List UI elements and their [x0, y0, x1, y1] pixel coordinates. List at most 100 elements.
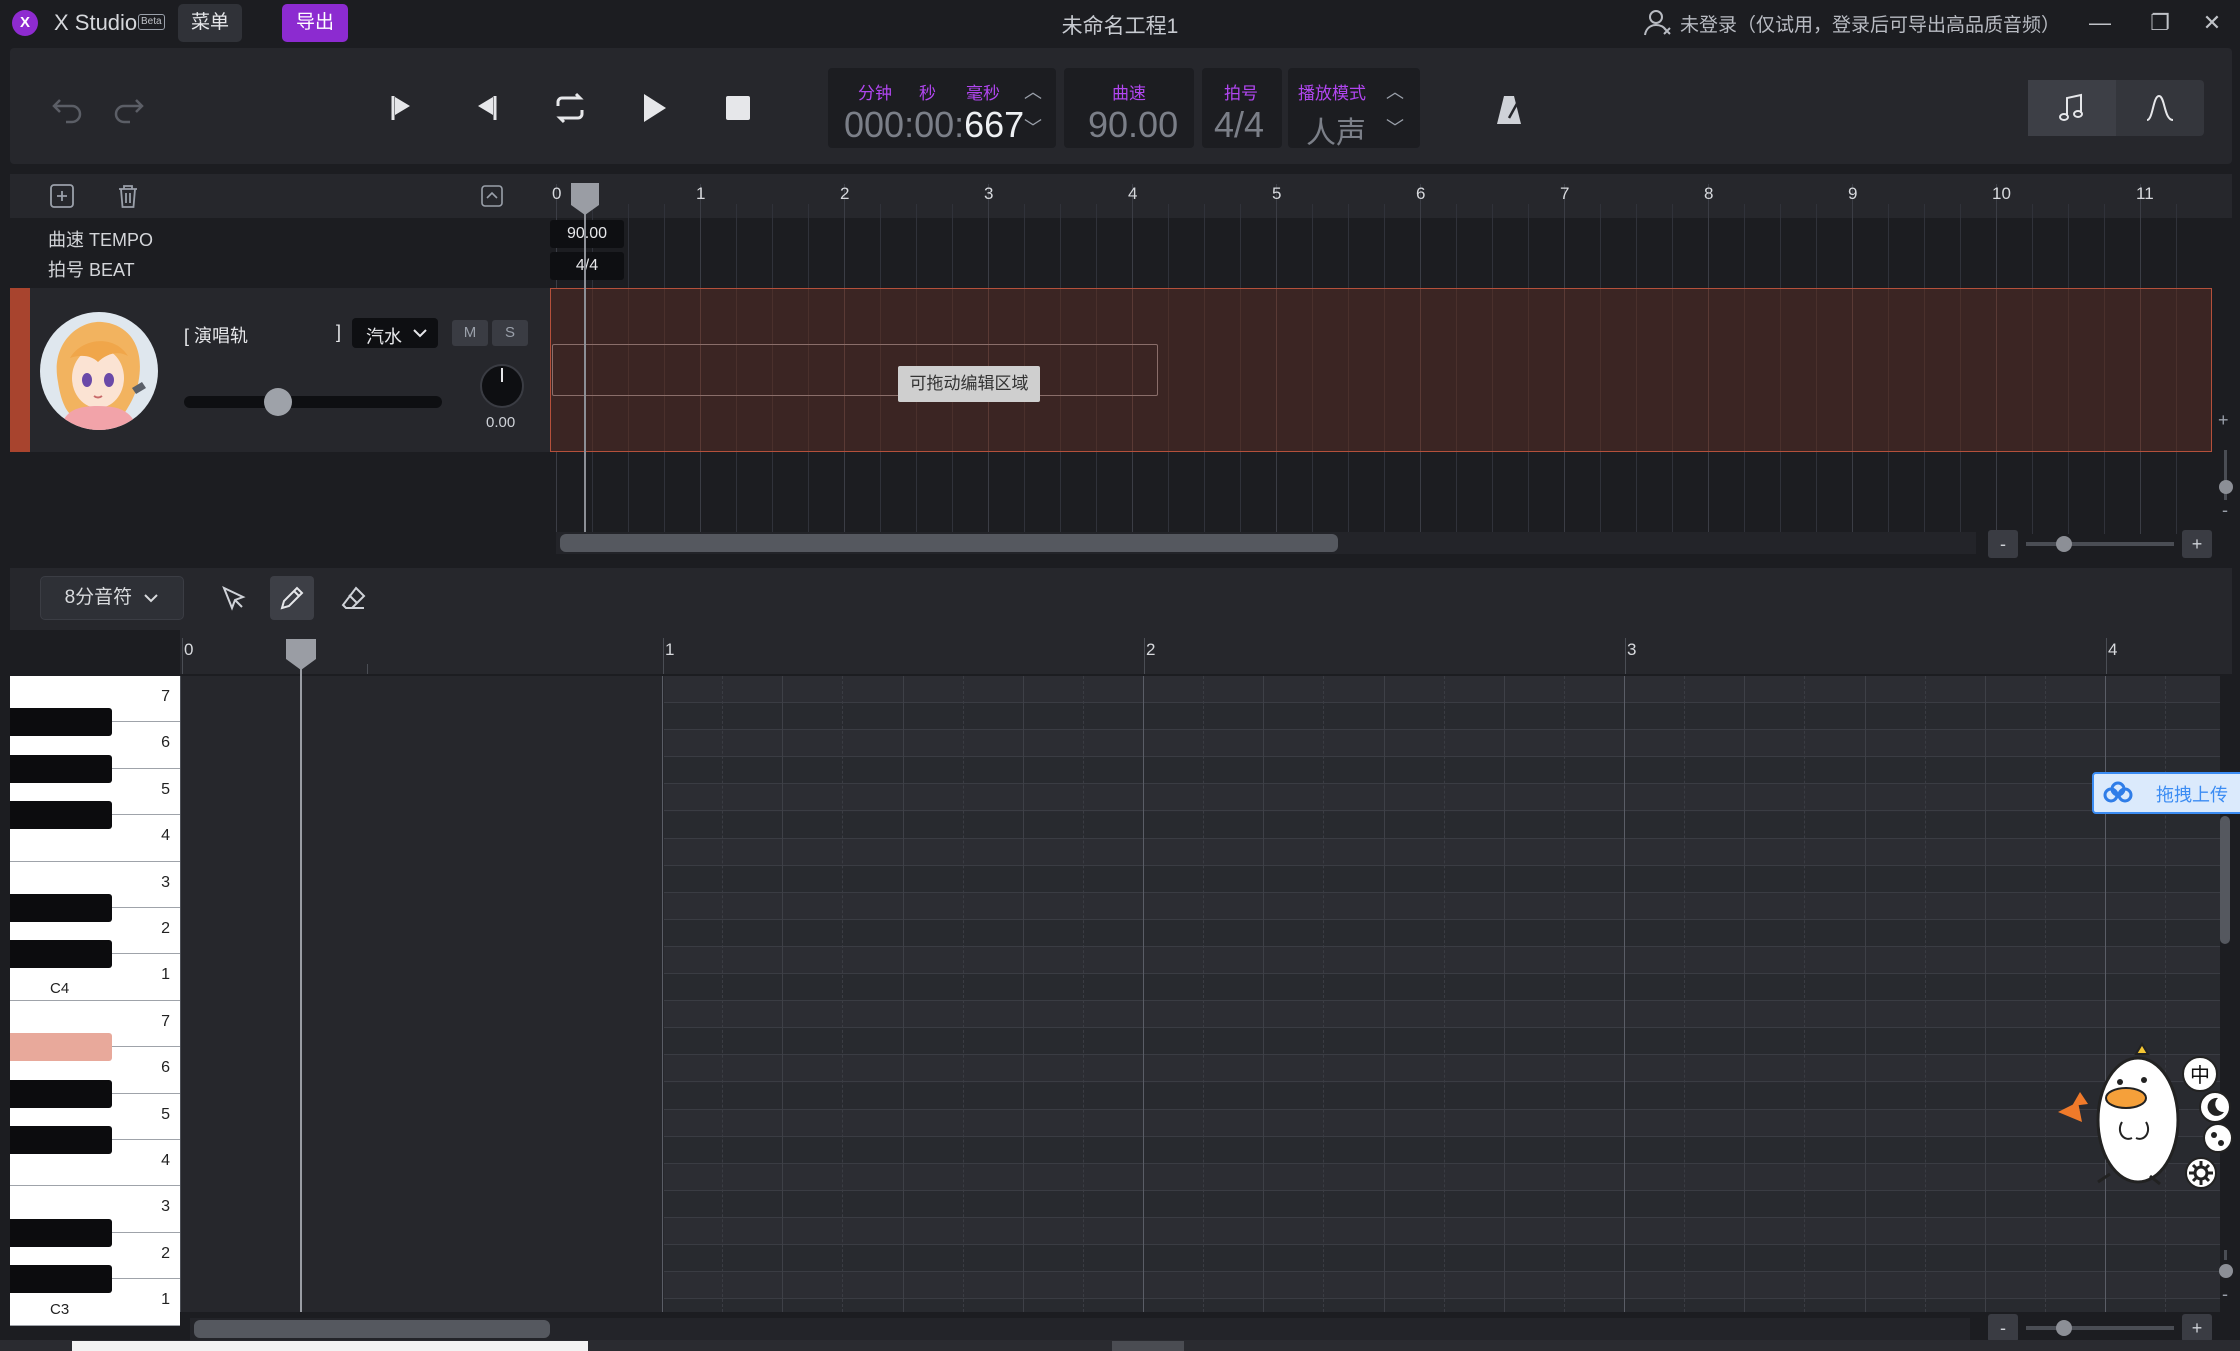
black-key[interactable] — [10, 1265, 112, 1294]
drag-edit-window[interactable] — [552, 344, 1158, 396]
go-to-start-icon[interactable] — [378, 84, 426, 132]
curve-view-button[interactable] — [2116, 80, 2204, 136]
export-button[interactable]: 导出 — [282, 4, 348, 42]
bottom-strip-window[interactable] — [72, 1341, 588, 1351]
piano-vzoom-handle[interactable] — [2219, 1264, 2233, 1278]
black-key[interactable] — [10, 1218, 112, 1247]
piano-roll-ruler[interactable]: 0 1 2 3 4 — [180, 630, 2232, 674]
black-key[interactable] — [10, 940, 112, 969]
wave-curve-icon — [2146, 94, 2174, 121]
track-vzoom-handle[interactable] — [2219, 480, 2233, 494]
playhead-handle[interactable] — [568, 180, 602, 216]
piano-vzoom-minus[interactable]: - — [2222, 1284, 2228, 1305]
go-to-end-icon[interactable] — [462, 84, 510, 132]
piano-vzoom-slider[interactable] — [2224, 1250, 2227, 1260]
redo-icon[interactable] — [110, 90, 146, 126]
track-vzoom-plus[interactable]: + — [2218, 410, 2229, 431]
menu-button[interactable]: 菜单 — [178, 4, 242, 42]
quantize-select[interactable]: 8分音符 — [40, 576, 184, 620]
close-button[interactable]: ✕ — [2184, 4, 2240, 42]
piano-zoom-in-button[interactable]: + — [2182, 1314, 2212, 1342]
grid-beat-line — [1143, 676, 1144, 1312]
piano-ruler-line — [663, 638, 664, 674]
ime-language-toggle[interactable]: 中 — [2182, 1056, 2218, 1092]
tempo-marker[interactable]: 90.00 — [550, 220, 624, 248]
pencil-tool-button[interactable] — [270, 576, 314, 620]
add-track-icon[interactable] — [48, 182, 76, 210]
track-name-open[interactable]: [ 演唱轨 — [184, 322, 248, 348]
piano-hscroll-thumb[interactable] — [194, 1320, 550, 1338]
duck-mascot-icon[interactable] — [2050, 1042, 2190, 1192]
track-vzoom-minus[interactable]: - — [2222, 500, 2228, 521]
minimize-button[interactable]: — — [2072, 4, 2128, 42]
note-view-button[interactable] — [2028, 80, 2116, 136]
track-zoom-handle[interactable] — [2056, 536, 2072, 552]
delete-track-icon[interactable] — [114, 182, 142, 210]
grid-start-line — [180, 676, 181, 1312]
key-label: 2 — [161, 1244, 170, 1262]
select-tool-button[interactable] — [212, 576, 256, 620]
moon-icon[interactable] — [2198, 1090, 2232, 1124]
view-mode-toggle — [2028, 80, 2204, 136]
stop-icon[interactable] — [714, 84, 762, 132]
black-key[interactable] — [10, 1126, 112, 1154]
eraser-tool-button[interactable] — [332, 576, 376, 620]
pan-knob[interactable] — [478, 362, 526, 410]
play-icon[interactable] — [630, 84, 678, 132]
grid-row — [664, 1001, 2220, 1029]
play-mode-up-icon[interactable]: ︿ — [1386, 78, 1404, 104]
region-grid-line — [1924, 289, 1925, 451]
region-grid-line — [1816, 289, 1817, 451]
tempo-label: 曲速 — [1112, 84, 1146, 103]
grid-row — [664, 676, 2220, 704]
black-key[interactable] — [10, 1079, 112, 1108]
drag-edit-tooltip: 可拖动编辑区域 — [898, 366, 1040, 402]
grid-beat-line — [1684, 676, 1686, 1312]
time-value: 000:00:667 — [844, 104, 1025, 145]
piano-zoom-slider[interactable] — [2026, 1326, 2174, 1330]
piano-zoom-handle[interactable] — [2056, 1320, 2072, 1336]
beat-marker[interactable]: 4/4 — [550, 252, 624, 280]
mute-button[interactable]: M — [452, 320, 488, 346]
track-zoom-out-button[interactable]: - — [1988, 530, 2018, 558]
piano-keyboard[interactable]: 7 6 5 4 3 2 1 7 6 5 4 3 2 1 C4 C3 — [10, 676, 180, 1326]
piano-ruler-line — [1625, 638, 1626, 674]
black-key[interactable] — [10, 894, 112, 922]
tempo-value: 90.00 — [1088, 104, 1179, 145]
restore-button[interactable]: ❐ — [2132, 4, 2188, 42]
upload-widget[interactable]: 拖拽上传 — [2092, 772, 2240, 814]
track-hscroll-thumb[interactable] — [560, 534, 1338, 552]
grid-row — [664, 838, 2220, 866]
track-zoom-slider[interactable] — [2026, 542, 2174, 546]
highlighted-black-key[interactable] — [10, 1033, 112, 1062]
punctuation-icon[interactable] — [2202, 1122, 2234, 1154]
black-key[interactable] — [10, 754, 112, 783]
note-grid[interactable] — [180, 676, 2220, 1312]
grid-row — [664, 1218, 2220, 1246]
play-mode-down-icon[interactable]: ﹀ — [1386, 114, 1404, 140]
track-zoom-in-button[interactable]: + — [2182, 530, 2212, 558]
collapse-icon[interactable] — [480, 184, 504, 208]
metronome-icon[interactable] — [1494, 94, 1524, 126]
piano-vscroll-thumb[interactable] — [2220, 816, 2230, 944]
time-up-icon[interactable]: ︿ — [1024, 78, 1042, 104]
volume-slider[interactable] — [184, 396, 442, 408]
time-down-icon[interactable]: ﹀ — [1024, 114, 1042, 140]
piano-zoom-out-button[interactable]: - — [1988, 1314, 2018, 1342]
login-status[interactable]: 未登录（仅试用，登录后可导出高品质音频） — [1680, 10, 2060, 37]
singer-select[interactable]: 汽水 — [352, 318, 438, 348]
black-key[interactable] — [10, 801, 112, 830]
black-key[interactable] — [10, 708, 112, 737]
volume-slider-handle[interactable] — [264, 388, 292, 416]
bottom-strip-item[interactable] — [1112, 1341, 1184, 1351]
undo-icon[interactable] — [50, 90, 86, 126]
solo-button[interactable]: S — [492, 320, 528, 346]
gear-icon[interactable] — [2184, 1156, 2218, 1190]
grid-beat-line — [902, 676, 904, 1312]
loop-icon[interactable] — [546, 84, 594, 132]
piano-playhead-handle[interactable] — [283, 636, 319, 672]
key-label: 7 — [161, 688, 170, 705]
singer-avatar[interactable] — [40, 312, 158, 430]
user-icon[interactable] — [1642, 6, 1674, 38]
region-grid-line — [1492, 289, 1493, 451]
